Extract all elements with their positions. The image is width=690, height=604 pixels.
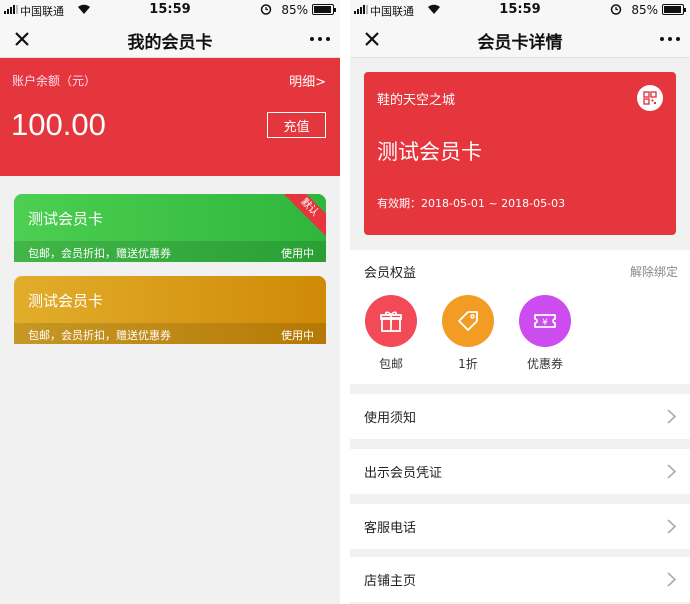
menu-item-label: 出示会员凭证 — [364, 466, 443, 481]
card-perks: 包邮，会员折扣，赠送优惠券 — [28, 247, 171, 260]
card-status: 使用中 — [281, 329, 314, 342]
card-name: 测试会员卡 — [377, 140, 482, 164]
battery-icon — [312, 4, 336, 15]
menu-item-show-voucher[interactable]: 出示会员凭证 — [350, 449, 690, 494]
card-name: 测试会员卡 — [28, 292, 104, 310]
chevron-right-icon — [667, 572, 676, 587]
menu-item-label: 客服电话 — [364, 521, 417, 536]
member-card[interactable]: 测试会员卡 包邮，会员折扣，赠送优惠券 使用中 — [14, 276, 326, 344]
tag-icon — [442, 295, 494, 347]
card-validity: 有效期：2018-05-01 ~ 2018-05-03 — [377, 197, 566, 210]
alarm-icon — [260, 4, 272, 15]
card-detail-screen: 中国联通 15:59 85% 会员卡详情 鞋的天空之城 测试会员卡 有效期：20… — [350, 0, 690, 604]
card-name: 测试会员卡 — [28, 210, 104, 228]
menu-item-service-phone[interactable]: 客服电话 — [350, 504, 690, 549]
status-bar: 中国联通 15:59 85% — [350, 0, 690, 20]
benefit-label: 1折 — [458, 357, 478, 371]
screen-divider — [340, 0, 350, 604]
battery-icon — [662, 4, 686, 15]
chevron-right-icon — [667, 464, 676, 479]
card-footer: 包邮，会员折扣，赠送优惠券 使用中 — [14, 323, 326, 344]
benefit-discount[interactable]: 1折 — [438, 295, 498, 372]
benefits-panel: 会员权益 解除绑定 包邮 1折 ¥ 优惠券 — [350, 250, 690, 384]
coupon-icon: ¥ — [519, 295, 571, 347]
menu-item-label: 使用须知 — [364, 411, 417, 426]
detail-link[interactable]: 明细> — [289, 71, 326, 90]
menu-item-label: 店铺主页 — [364, 574, 417, 589]
more-icon[interactable] — [660, 37, 680, 41]
battery-percent: 85% — [631, 3, 658, 17]
shop-name: 鞋的天空之城 — [377, 93, 456, 108]
menu-item-shop-home[interactable]: 店铺主页 — [350, 557, 690, 602]
my-cards-screen: 中国联通 15:59 85% 我的会员卡 账户余额（元） 明细> 100.00 … — [0, 0, 340, 604]
nav-bar: 会员卡详情 — [350, 20, 690, 58]
recharge-button[interactable]: 充值 — [267, 112, 326, 138]
page-title: 我的会员卡 — [127, 33, 213, 53]
default-badge: 默认 — [278, 194, 326, 239]
qr-code-icon[interactable] — [637, 85, 663, 111]
benefit-coupon[interactable]: ¥ 优惠券 — [515, 295, 575, 372]
nav-bar: 我的会员卡 — [0, 20, 340, 58]
status-bar: 中国联通 15:59 85% — [0, 0, 340, 20]
member-card-detail: 鞋的天空之城 测试会员卡 有效期：2018-05-01 ~ 2018-05-03 — [364, 72, 676, 235]
balance-amount: 100.00 — [11, 107, 106, 142]
page-title: 会员卡详情 — [477, 33, 563, 53]
svg-text:¥: ¥ — [542, 318, 548, 328]
unbind-link[interactable]: 解除绑定 — [630, 263, 678, 280]
member-card[interactable]: 默认 测试会员卡 包邮，会员折扣，赠送优惠券 使用中 — [14, 194, 326, 262]
card-perks: 包邮，会员折扣，赠送优惠券 — [28, 329, 171, 342]
more-icon[interactable] — [310, 37, 330, 41]
balance-panel: 账户余额（元） 明细> 100.00 充值 — [0, 58, 340, 176]
card-status: 使用中 — [281, 247, 314, 260]
benefit-free-shipping[interactable]: 包邮 — [361, 295, 421, 372]
battery-percent: 85% — [281, 3, 308, 17]
alarm-icon — [610, 4, 622, 15]
benefit-label: 包邮 — [378, 357, 403, 371]
card-footer: 包邮，会员折扣，赠送优惠券 使用中 — [14, 241, 326, 262]
benefit-label: 优惠券 — [526, 357, 563, 371]
gift-icon — [365, 295, 417, 347]
chevron-right-icon — [667, 409, 676, 424]
chevron-right-icon — [667, 519, 676, 534]
balance-label: 账户余额（元） — [12, 74, 97, 88]
benefits-title: 会员权益 — [364, 266, 417, 281]
menu-item-usage-notes[interactable]: 使用须知 — [350, 394, 690, 439]
